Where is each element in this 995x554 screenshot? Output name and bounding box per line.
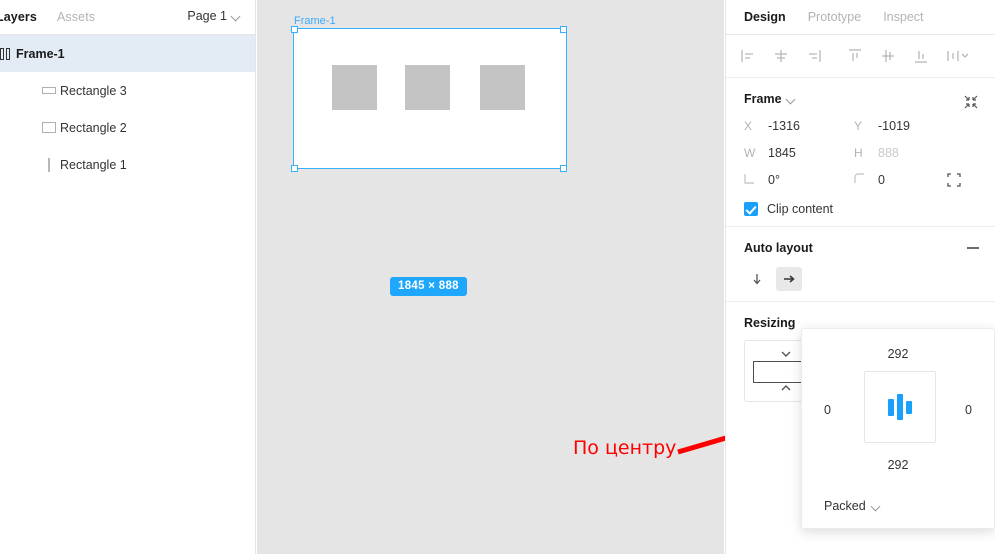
resize-handle-bottom-left[interactable] [291,165,298,172]
resize-handle-top-right[interactable] [560,26,567,33]
arrow-down-icon[interactable] [744,267,770,291]
padding-top-value[interactable]: 292 [802,347,994,361]
layer-label: Rectangle 1 [60,157,127,172]
width-field[interactable]: W 1845 [744,146,854,160]
rectangle-thin-icon [38,157,60,172]
layer-label: Rectangle 3 [60,83,127,98]
w-value: 1845 [768,146,796,160]
canvas-rectangle-3[interactable] [480,65,525,110]
h-value: 888 [878,146,899,160]
chevron-up-icon[interactable] [780,379,792,397]
h-label: H [854,146,863,160]
page-selector[interactable]: Page 1 [187,9,241,23]
alignment-popup[interactable]: 292 0 0 292 Packed [801,328,995,529]
page-selector-label: Page 1 [187,9,227,23]
align-top-icon[interactable] [845,46,865,66]
align-vertical-center-icon[interactable] [878,46,898,66]
padding-left-value[interactable]: 0 [824,403,831,417]
align-horizontal-center-icon[interactable] [771,46,791,66]
tab-prototype[interactable]: Prototype [808,10,862,24]
tab-inspect[interactable]: Inspect [883,10,923,24]
tab-design[interactable]: Design [744,10,786,24]
clip-content-label: Clip content [767,202,834,216]
rotation-value: 0° [768,173,780,187]
layer-row-rectangle-3[interactable]: Rectangle 3 [0,72,255,109]
y-value: -1019 [878,119,910,133]
x-label: X [744,119,753,133]
layer-row-rectangle-2[interactable]: Rectangle 2 [0,109,255,146]
alignment-grid[interactable] [864,371,936,443]
auto-layout-title: Auto layout [744,241,813,255]
rotation-corner-row: 0° 0 [744,173,977,187]
y-field[interactable]: Y -1019 [854,119,964,133]
layer-label: Rectangle 2 [60,120,127,135]
padding-right-value[interactable]: 0 [965,403,972,417]
padding-bottom-value[interactable]: 292 [802,458,994,472]
spacing-mode-dropdown[interactable]: Packed [824,499,881,513]
x-value: -1316 [768,119,800,133]
clip-content-row[interactable]: Clip content [744,202,977,216]
auto-layout-section: Auto layout [726,227,995,302]
frame-section-title: Frame [744,92,782,106]
resize-handle-bottom-right[interactable] [560,165,567,172]
rectangle-icon [38,122,60,133]
chevron-down-icon [872,502,881,511]
left-panel-tabbar: Layers Assets Page 1 [0,0,255,35]
frame-properties-section: Frame X -1316 Y -1019 W 1845 H 888 0° 0 … [726,78,995,227]
dimension-badge: 1845 × 888 [390,277,467,296]
tab-layers[interactable]: Layers [0,10,37,24]
canvas-frame-label[interactable]: Frame-1 [294,15,336,27]
canvas-frame-1[interactable] [293,28,567,169]
tab-assets[interactable]: Assets [57,10,95,24]
direction-buttons [744,267,977,291]
layers-panel: Layers Assets Page 1 Frame-1 Rectangle 3… [0,0,256,554]
x-field[interactable]: X -1316 [744,119,854,133]
design-panel-tabbar: Design Prototype Inspect [726,0,995,35]
clip-content-checkbox[interactable] [744,202,758,216]
align-left-icon[interactable] [738,46,758,66]
arrow-right-icon[interactable] [776,267,802,291]
height-field[interactable]: H 888 [854,146,964,160]
independent-corners-icon[interactable] [947,173,961,187]
layer-row-rectangle-1[interactable]: Rectangle 1 [0,146,255,183]
corner-radius-icon [854,173,868,187]
annotation-label: По центру [573,437,677,459]
collapse-arrows-icon[interactable] [963,94,979,110]
w-label: W [744,146,756,160]
resize-handle-top-left[interactable] [291,26,298,33]
canvas-rectangle-1[interactable] [332,65,377,110]
size-row: W 1845 H 888 [744,146,977,160]
canvas-viewport[interactable]: Frame-1 1845 × 888 [257,0,724,554]
spacing-mode-label: Packed [824,499,866,513]
rotation-icon [744,173,758,187]
canvas-rectangle-2[interactable] [405,65,450,110]
chevron-down-icon [787,95,796,104]
y-label: Y [854,119,863,133]
rotation-field[interactable]: 0° [744,173,854,187]
figma-window: Layers Assets Page 1 Frame-1 Rectangle 3… [0,0,995,554]
position-row: X -1316 Y -1019 [744,119,977,133]
align-center-bars-icon [888,394,912,420]
distribute-more-icon[interactable] [944,46,969,66]
layer-label: Frame-1 [16,46,65,61]
alignment-toolbar [726,35,995,78]
minus-icon[interactable] [967,247,979,249]
chevron-down-icon [232,12,241,21]
frame-section-header[interactable]: Frame [744,92,977,106]
align-right-icon[interactable] [804,46,824,66]
rectangle-wide-icon [38,87,60,94]
align-bottom-icon[interactable] [911,46,931,66]
layer-row-frame-1[interactable]: Frame-1 [0,35,255,72]
frame-icon [0,47,16,60]
corner-radius-value: 0 [878,173,885,187]
